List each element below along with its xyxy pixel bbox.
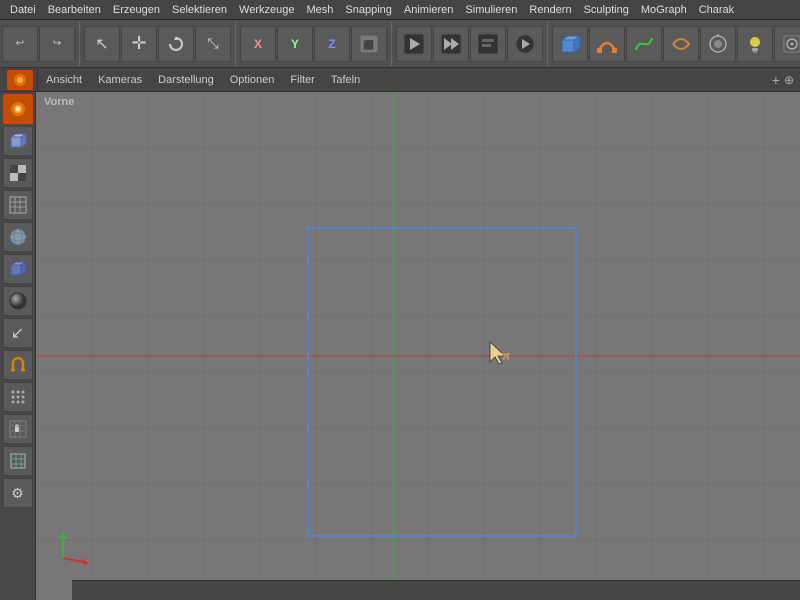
viewport-tabbar: Ansicht Kameras Darstellung Optionen Fil… bbox=[0, 68, 800, 92]
menu-bearbeiten[interactable]: Bearbeiten bbox=[42, 2, 107, 18]
undo-button[interactable]: ↩ bbox=[2, 26, 38, 62]
arrow-tool-button[interactable]: ↙ bbox=[3, 318, 33, 348]
checker-button[interactable] bbox=[3, 158, 33, 188]
snap-lock-button[interactable] bbox=[3, 414, 33, 444]
menu-mesh[interactable]: Mesh bbox=[300, 2, 339, 18]
status-bar bbox=[72, 580, 800, 600]
menu-rendern[interactable]: Rendern bbox=[523, 2, 577, 18]
coord-y-button[interactable]: Y bbox=[277, 26, 313, 62]
rotate-button[interactable] bbox=[158, 26, 194, 62]
toolbar: ↩ ↪ ↖ ✛ ⤡ X Y Z ⬛ bbox=[0, 20, 800, 68]
add-light-button[interactable] bbox=[737, 26, 773, 62]
viewport-options-button[interactable]: ⊕ bbox=[784, 73, 794, 87]
toolbar-render bbox=[396, 22, 548, 66]
render-queue-button[interactable] bbox=[507, 26, 543, 62]
cube-display-button[interactable] bbox=[3, 126, 33, 156]
add-camera-button[interactable] bbox=[700, 26, 736, 62]
active-tool-top[interactable] bbox=[7, 70, 33, 90]
menu-mograph[interactable]: MoGraph bbox=[635, 2, 693, 18]
toolbar-coord: X Y Z ⬛ bbox=[240, 22, 392, 66]
menu-animieren[interactable]: Animieren bbox=[398, 2, 460, 18]
magnet-button[interactable] bbox=[3, 350, 33, 380]
move-button[interactable]: ✛ bbox=[121, 26, 157, 62]
viewport[interactable]: Vorne bbox=[36, 92, 800, 600]
shaded-button[interactable] bbox=[3, 286, 33, 316]
menu-simulieren[interactable]: Simulieren bbox=[459, 2, 523, 18]
render-button[interactable] bbox=[396, 26, 432, 62]
menu-datei[interactable]: Datei bbox=[4, 2, 42, 18]
add-spline-button[interactable] bbox=[626, 26, 662, 62]
menu-snapping[interactable]: Snapping bbox=[339, 2, 398, 18]
add-cube-button[interactable] bbox=[552, 26, 588, 62]
coord-z-button[interactable]: Z bbox=[314, 26, 350, 62]
render-settings-button[interactable] bbox=[470, 26, 506, 62]
coord-x-button[interactable]: X bbox=[240, 26, 276, 62]
toolbar-selection: ↖ ✛ ⤡ bbox=[84, 22, 236, 66]
menu-erzeugen[interactable]: Erzeugen bbox=[107, 2, 166, 18]
select-button[interactable]: ↖ bbox=[84, 26, 120, 62]
viewport-grid bbox=[36, 92, 800, 600]
tab-kameras[interactable]: Kameras bbox=[90, 72, 150, 88]
coord-mode-button[interactable]: ⬛ bbox=[351, 26, 387, 62]
viewport-expand-button[interactable]: + bbox=[772, 72, 780, 88]
viewport-label: Vorne bbox=[44, 96, 74, 108]
toolbar-objects bbox=[552, 22, 800, 66]
add-deformer-button[interactable] bbox=[589, 26, 625, 62]
tab-filter[interactable]: Filter bbox=[282, 72, 322, 88]
grid-dots-button[interactable] bbox=[3, 382, 33, 412]
tab-optionen[interactable]: Optionen bbox=[222, 72, 283, 88]
tab-darstellung[interactable]: Darstellung bbox=[150, 72, 222, 88]
redo-button[interactable]: ↪ bbox=[39, 26, 75, 62]
menubar: Datei Bearbeiten Erzeugen Selektieren We… bbox=[0, 0, 800, 20]
scale-button[interactable]: ⤡ bbox=[195, 26, 231, 62]
solid-cube-button[interactable] bbox=[3, 254, 33, 284]
menu-charak[interactable]: Charak bbox=[693, 2, 740, 18]
toolbar-history: ↩ ↪ bbox=[2, 22, 80, 66]
menu-werkzeuge[interactable]: Werkzeuge bbox=[233, 2, 300, 18]
left-sidebar: ↙ ⚙ bbox=[0, 92, 36, 600]
settings-button[interactable]: ⚙ bbox=[3, 478, 33, 508]
add-scene-button[interactable] bbox=[774, 26, 800, 62]
axis-indicator bbox=[48, 523, 98, 576]
menu-sculpting[interactable]: Sculpting bbox=[578, 2, 635, 18]
svg-text:⬛: ⬛ bbox=[363, 39, 374, 50]
tab-tafeln[interactable]: Tafeln bbox=[323, 72, 368, 88]
wireframe-button[interactable] bbox=[3, 446, 33, 476]
sphere-button[interactable] bbox=[3, 222, 33, 252]
active-tool-button[interactable] bbox=[3, 94, 33, 124]
render-region-button[interactable] bbox=[433, 26, 469, 62]
add-nurbs-button[interactable] bbox=[663, 26, 699, 62]
wire-grid-button[interactable] bbox=[3, 190, 33, 220]
menu-selektieren[interactable]: Selektieren bbox=[166, 2, 233, 18]
tab-ansicht[interactable]: Ansicht bbox=[38, 72, 90, 88]
main-area: ↙ ⚙ bbox=[0, 92, 800, 600]
